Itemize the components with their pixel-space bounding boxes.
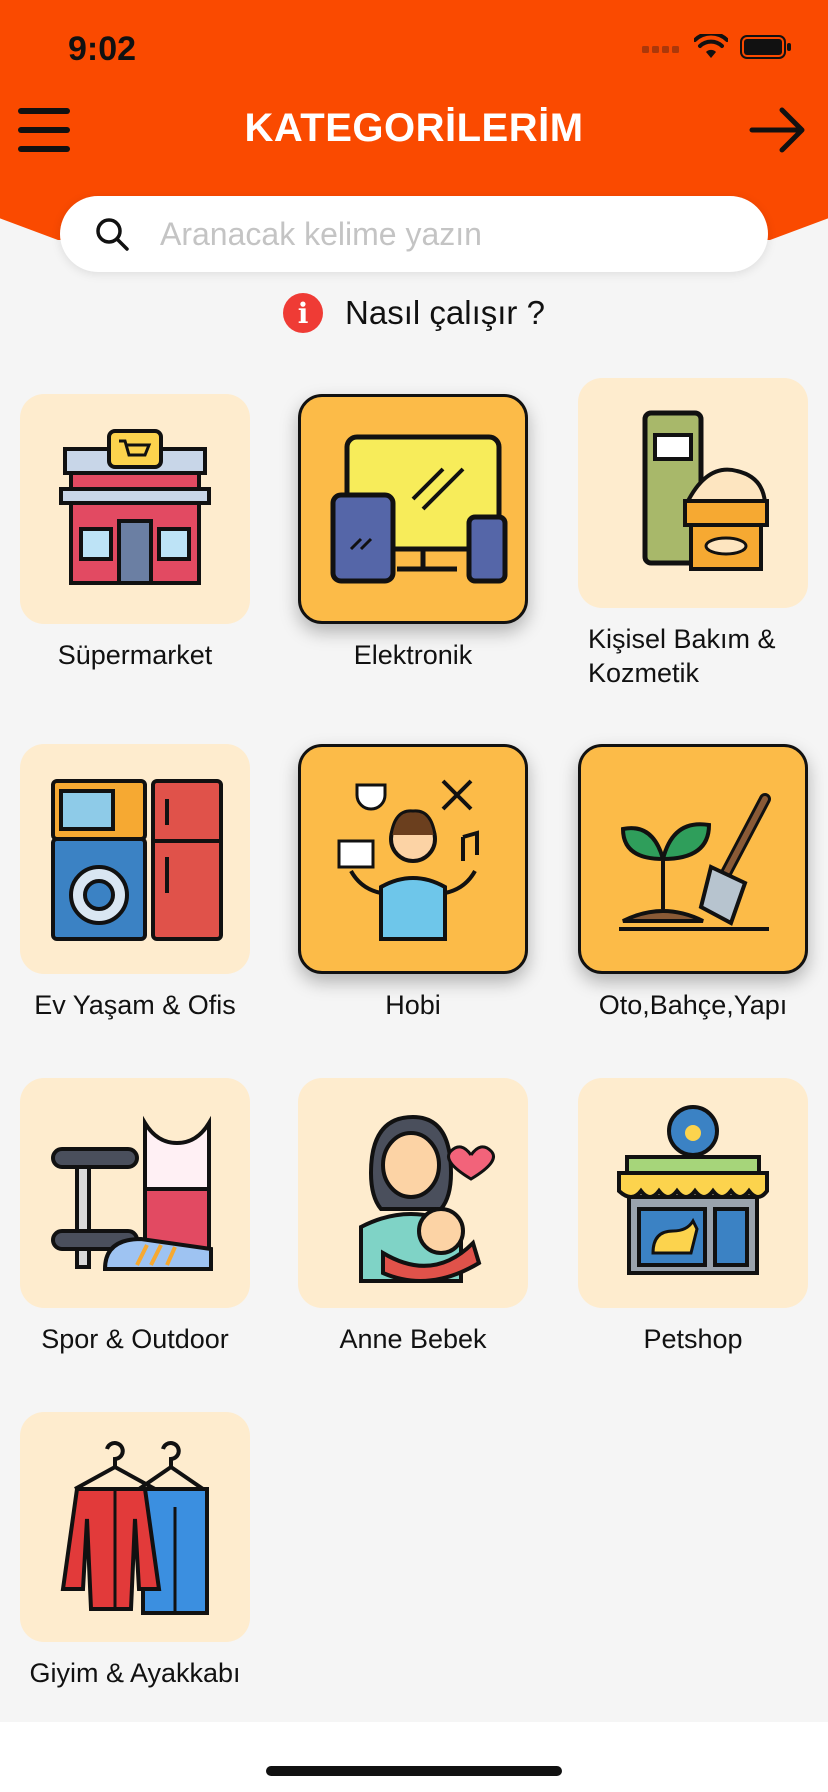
home-appliances-icon bbox=[51, 779, 223, 941]
nav-bar: KATEGORİLERİM bbox=[0, 90, 828, 170]
electronics-icon bbox=[330, 434, 508, 584]
tile-image bbox=[298, 394, 528, 624]
clothing-icon bbox=[60, 1441, 209, 1615]
category-tile-petshop[interactable]: Petshop bbox=[578, 1078, 808, 1356]
status-time: 9:02 bbox=[68, 30, 137, 68]
petshop-icon bbox=[617, 1105, 769, 1275]
tile-image bbox=[578, 744, 808, 974]
category-label: Oto,Bahçe,Yapı bbox=[598, 990, 788, 1020]
category-label: Elektronik bbox=[353, 640, 473, 670]
status-bar: 9:02 bbox=[0, 0, 828, 100]
category-label: Petshop bbox=[643, 1324, 743, 1354]
search-icon bbox=[96, 218, 129, 251]
category-tile-clothing[interactable]: Giyim & Ayakkabı bbox=[20, 1412, 250, 1690]
tile-image bbox=[578, 1078, 808, 1308]
home-indicator[interactable] bbox=[266, 1766, 562, 1776]
category-label: Anne Bebek bbox=[339, 1324, 487, 1354]
garden-icon bbox=[619, 793, 771, 931]
category-tile-home-office[interactable]: Ev Yaşam & Ofis bbox=[20, 744, 250, 1022]
how-it-works-label: Nasıl çalışır ? bbox=[345, 294, 545, 331]
tile-image bbox=[20, 1078, 250, 1308]
mother-baby-icon bbox=[359, 1114, 495, 1283]
info-icon: i bbox=[283, 293, 324, 333]
category-tile-auto-garden[interactable]: Oto,Bahçe,Yapı bbox=[578, 744, 808, 1022]
tile-image bbox=[20, 744, 250, 974]
category-label: Süpermarket bbox=[57, 640, 213, 670]
search-bar bbox=[60, 196, 768, 272]
category-tile-hobby[interactable]: Hobi bbox=[298, 744, 528, 1022]
how-it-works-link[interactable]: i Nasıl çalışır ? bbox=[0, 290, 828, 336]
category-tile-electronics[interactable]: Elektronik bbox=[298, 394, 528, 672]
cosmetics-icon bbox=[642, 410, 769, 571]
category-tile-supermarket[interactable]: Süpermarket bbox=[20, 394, 250, 672]
sports-icon bbox=[51, 1115, 213, 1271]
tile-image bbox=[298, 744, 528, 974]
category-label: Giyim & Ayakkabı bbox=[29, 1658, 241, 1688]
tile-image bbox=[20, 1412, 250, 1642]
tile-image bbox=[578, 378, 808, 608]
category-tile-cosmetics[interactable]: Kişisel Bakım & Kozmetik bbox=[578, 378, 808, 690]
wifi-icon bbox=[694, 34, 728, 58]
category-label: Ev Yaşam & Ofis bbox=[34, 990, 236, 1020]
page-title: KATEGORİLERİM bbox=[244, 106, 584, 150]
category-label: Hobi bbox=[385, 990, 441, 1020]
category-label: Kişisel Bakım & Kozmetik bbox=[588, 624, 776, 688]
supermarket-icon bbox=[59, 429, 211, 585]
search-input[interactable] bbox=[160, 206, 740, 262]
tile-image bbox=[298, 1078, 528, 1308]
tile-image bbox=[20, 394, 250, 624]
battery-icon bbox=[740, 35, 791, 59]
hobby-icon bbox=[337, 779, 479, 941]
bottom-safe-area bbox=[0, 1722, 828, 1792]
signal-icon bbox=[642, 46, 679, 53]
category-label: Spor & Outdoor bbox=[41, 1324, 229, 1354]
status-icons bbox=[642, 34, 792, 60]
arrow-right-icon[interactable] bbox=[746, 98, 810, 162]
category-tile-sports[interactable]: Spor & Outdoor bbox=[20, 1078, 250, 1356]
category-tile-mother-baby[interactable]: Anne Bebek bbox=[298, 1078, 528, 1356]
